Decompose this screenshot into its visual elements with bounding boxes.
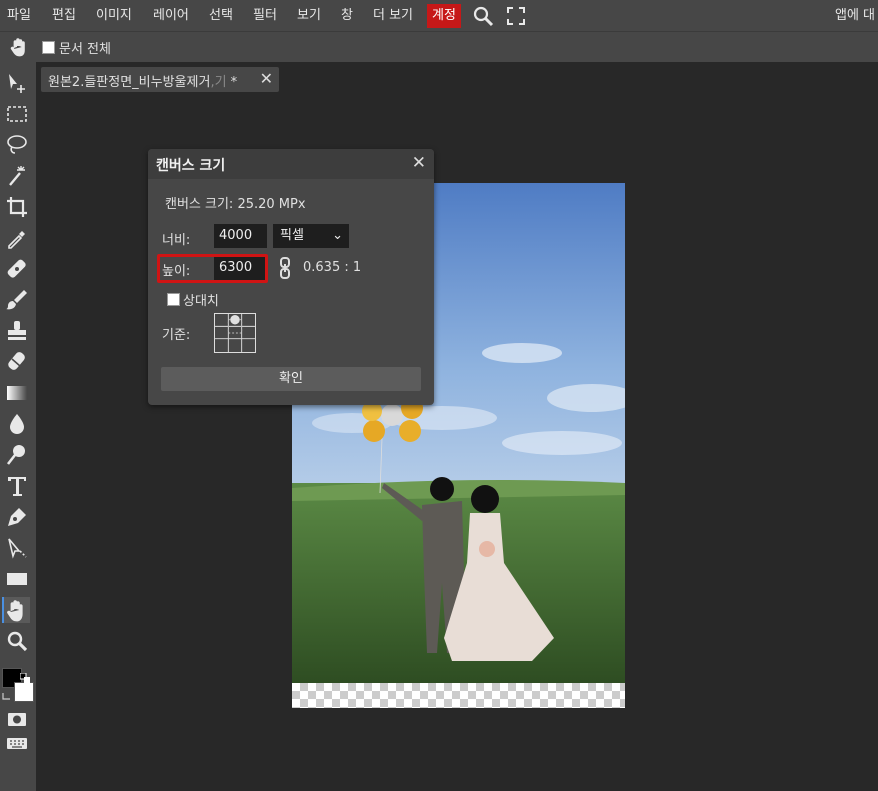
marquee-tool-icon[interactable] [4, 101, 30, 127]
anchor-grid[interactable] [214, 313, 256, 353]
whole-document-label: 문서 전체 [59, 42, 111, 57]
move-tool-icon[interactable] [4, 70, 30, 96]
quick-mask-icon[interactable] [4, 706, 30, 732]
menu-layer[interactable]: 레이어 [153, 0, 189, 31]
open-app-link[interactable]: 앱에 대 [835, 0, 875, 31]
rectangle-tool-icon[interactable] [4, 566, 30, 592]
account-button[interactable]: 계정 [427, 4, 461, 28]
background-color-swatch[interactable] [14, 682, 34, 702]
width-label: 너비: [162, 233, 191, 248]
whole-document-checkbox[interactable] [42, 41, 55, 54]
dialog-header: 캔버스 크기 ✕ [148, 149, 434, 179]
zoom-tool-icon[interactable] [4, 628, 30, 654]
clone-stamp-icon[interactable] [4, 318, 30, 344]
link-chain-icon[interactable] [278, 257, 292, 279]
hand-icon [8, 36, 30, 58]
path-select-icon[interactable] [4, 535, 30, 561]
ok-button[interactable]: 확인 [161, 367, 421, 391]
relative-checkbox[interactable] [167, 293, 180, 306]
crop-tool-icon[interactable] [4, 194, 30, 220]
document-tab[interactable]: 원본2.들판정면_비누방울제거,기 * ✕ [41, 67, 279, 92]
relative-label: 상대치 [183, 294, 219, 309]
options-bar: 문서 전체 [0, 31, 878, 63]
close-dialog-icon[interactable]: ✕ [412, 153, 426, 173]
menu-window[interactable]: 창 [341, 0, 353, 31]
menu-edit[interactable]: 편집 [52, 0, 76, 31]
brush-tool-icon[interactable] [4, 287, 30, 313]
tools-panel [0, 62, 36, 791]
menu-more[interactable]: 더 보기 [373, 0, 413, 31]
blur-tool-icon[interactable] [4, 411, 30, 437]
unit-select-value: 픽셀 [280, 228, 304, 243]
search-icon[interactable] [472, 5, 494, 27]
fullscreen-icon[interactable] [505, 5, 527, 27]
close-tab-icon[interactable]: ✕ [260, 69, 273, 88]
menu-filter[interactable]: 필터 [253, 0, 277, 31]
transparent-canvas-area [292, 683, 625, 708]
menu-select[interactable]: 선택 [209, 0, 233, 31]
menu-view[interactable]: 보기 [297, 0, 321, 31]
type-tool-icon[interactable] [4, 473, 30, 499]
eyedropper-icon[interactable] [4, 225, 30, 251]
keyboard-icon[interactable] [4, 730, 30, 756]
swap-colors-icon[interactable] [2, 686, 12, 700]
width-input[interactable]: 4000 [214, 224, 267, 248]
menu-bar: 파일 편집 이미지 레이어 선택 필터 보기 창 더 보기 계정 앱에 대 [0, 0, 878, 31]
menu-image[interactable]: 이미지 [96, 0, 132, 31]
lasso-tool-icon[interactable] [4, 132, 30, 158]
canvas-size-info: 캔버스 크기: 25.20 MPx [165, 197, 306, 212]
anchor-label: 기준: [162, 328, 191, 343]
height-highlight-box [157, 254, 268, 283]
healing-brush-icon[interactable] [4, 256, 30, 282]
eraser-tool-icon[interactable] [4, 349, 30, 375]
magic-wand-icon[interactable] [4, 163, 30, 189]
unit-select[interactable]: 픽셀 ⌄ [273, 224, 349, 248]
chevron-down-icon: ⌄ [332, 228, 343, 243]
document-tab-title: 원본2.들판정면_비누방울제거,기 * [48, 75, 238, 90]
pen-tool-icon[interactable] [4, 504, 30, 530]
menu-file[interactable]: 파일 [7, 0, 31, 31]
dodge-tool-icon[interactable] [4, 442, 30, 468]
hand-tool-icon[interactable] [2, 597, 30, 623]
aspect-ratio: 0.635 : 1 [303, 260, 362, 275]
gradient-tool-icon[interactable] [4, 380, 30, 406]
default-colors-icon[interactable] [19, 668, 30, 683]
dialog-title: 캔버스 크기 [156, 158, 226, 174]
